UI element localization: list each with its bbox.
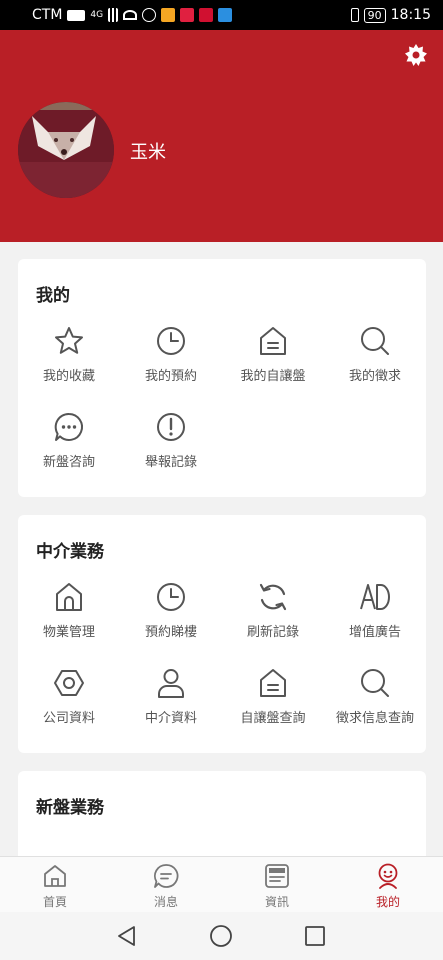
grid-item-label: 徵求信息查詢: [335, 711, 414, 726]
exclamation-icon: [157, 413, 185, 441]
grid-item-label: 公司資料: [42, 711, 95, 726]
battery-indicator: 90: [363, 7, 386, 23]
my-section-card: 我的 我的收藏 我的預約 我的自讓盤 我的徵求 新盤咨詢 舉報記錄: [18, 259, 426, 497]
my-requests-button[interactable]: 我的徵求: [324, 325, 426, 395]
section-title: 我的: [36, 286, 70, 306]
volte-icon: [67, 9, 86, 21]
report-records-button[interactable]: 舉報記錄: [120, 411, 222, 481]
status-bar: CTM 4G 90 18:15: [0, 0, 443, 30]
avatar-fox-image: [18, 102, 114, 198]
hexagon-icon: [54, 670, 84, 696]
request-info-query-button[interactable]: 徵求信息查詢: [324, 667, 426, 737]
app-notification-icon: [199, 8, 214, 22]
tab-news[interactable]: 資訊: [222, 857, 332, 913]
home-icon: [44, 865, 66, 887]
section-title: 新盤業務: [36, 798, 104, 818]
avatar[interactable]: [18, 102, 114, 198]
clock-icon: [157, 327, 185, 355]
grid-item-label: 自讓盤查詢: [240, 711, 306, 726]
company-info-button[interactable]: 公司資料: [18, 667, 120, 737]
grid-item-label: 中介資料: [144, 711, 197, 726]
viewing-appointment-button[interactable]: 預約睇樓: [120, 581, 222, 651]
grid-item-label: 我的自讓盤: [240, 369, 306, 384]
tab-me[interactable]: 我的: [333, 857, 443, 913]
app-notification-icon: [161, 8, 176, 22]
tab-label: 資訊: [264, 895, 289, 909]
property-management-button[interactable]: 物業管理: [18, 581, 120, 651]
app-notification-icon: [218, 8, 233, 22]
new-listing-inquiry-button[interactable]: 新盤咨詢: [18, 411, 120, 481]
grid-item-label: 物業管理: [42, 625, 95, 640]
tab-label: 我的: [375, 895, 400, 909]
section-title: 中介業務: [36, 542, 104, 562]
tab-home[interactable]: 首頁: [0, 857, 110, 913]
my-appointments-button[interactable]: 我的預約: [120, 325, 222, 395]
house-doc-icon: [260, 327, 286, 355]
self-listing-query-button[interactable]: 自讓盤查詢: [222, 667, 324, 737]
ad-icon: [360, 584, 390, 610]
clock-time: 18:15: [390, 7, 431, 23]
system-nav-bar: [0, 912, 443, 960]
network-type: 4G: [90, 10, 104, 20]
wifi-icon: [123, 10, 138, 20]
search-icon: [361, 669, 389, 697]
app-notification-icon: [142, 8, 157, 22]
value-added-ads-button[interactable]: 增值廣告: [324, 581, 426, 651]
vibrate-icon: [350, 8, 359, 22]
profile-header: 玉米: [0, 30, 443, 242]
grid-item-label: 新盤咨詢: [42, 455, 95, 470]
bottom-tab-bar: 首頁 消息 資訊 我的: [0, 856, 443, 912]
person-icon: [158, 669, 184, 698]
star-icon: [55, 327, 83, 354]
new-listing-section-card: 新盤業務: [18, 771, 426, 856]
home-circle-icon[interactable]: [209, 924, 233, 948]
my-self-listing-button[interactable]: 我的自讓盤: [222, 325, 324, 395]
grid-item-label: 我的徵求: [348, 369, 401, 384]
settings-gear-icon[interactable]: [403, 42, 429, 68]
my-favorites-button[interactable]: 我的收藏: [18, 325, 120, 395]
profile-face-icon: [378, 863, 398, 889]
message-icon: [153, 864, 179, 888]
grid-item-label: 預約睇樓: [144, 625, 197, 640]
signal-icon: [108, 8, 119, 22]
refresh-icon: [259, 583, 287, 611]
search-icon: [361, 327, 389, 355]
app-notification-icon: [180, 8, 195, 22]
chat-bubble-icon: [54, 412, 83, 441]
clock-icon: [157, 583, 185, 611]
agency-section-card: 中介業務 物業管理 預約睇樓 刷新記錄 增值廣告 公司資料 中介資料 自讓盤查詢…: [18, 515, 426, 753]
home-icon: [56, 583, 82, 611]
back-triangle-icon[interactable]: [115, 924, 139, 948]
tab-messages[interactable]: 消息: [111, 857, 221, 913]
grid-item-label: 我的預約: [144, 369, 197, 384]
agent-info-button[interactable]: 中介資料: [120, 667, 222, 737]
tab-label: 消息: [153, 895, 178, 909]
tab-label: 首頁: [42, 895, 67, 909]
recents-square-icon[interactable]: [303, 924, 327, 948]
grid-item-label: 刷新記錄: [246, 625, 299, 640]
grid-item-label: 舉報記錄: [144, 455, 197, 470]
house-doc-icon: [260, 669, 286, 697]
refresh-records-button[interactable]: 刷新記錄: [222, 581, 324, 651]
username: 玉米: [130, 142, 166, 163]
carrier-label: CTM: [32, 7, 63, 23]
grid-item-label: 我的收藏: [42, 369, 95, 384]
news-icon: [265, 864, 289, 888]
grid-item-label: 增值廣告: [348, 625, 401, 640]
